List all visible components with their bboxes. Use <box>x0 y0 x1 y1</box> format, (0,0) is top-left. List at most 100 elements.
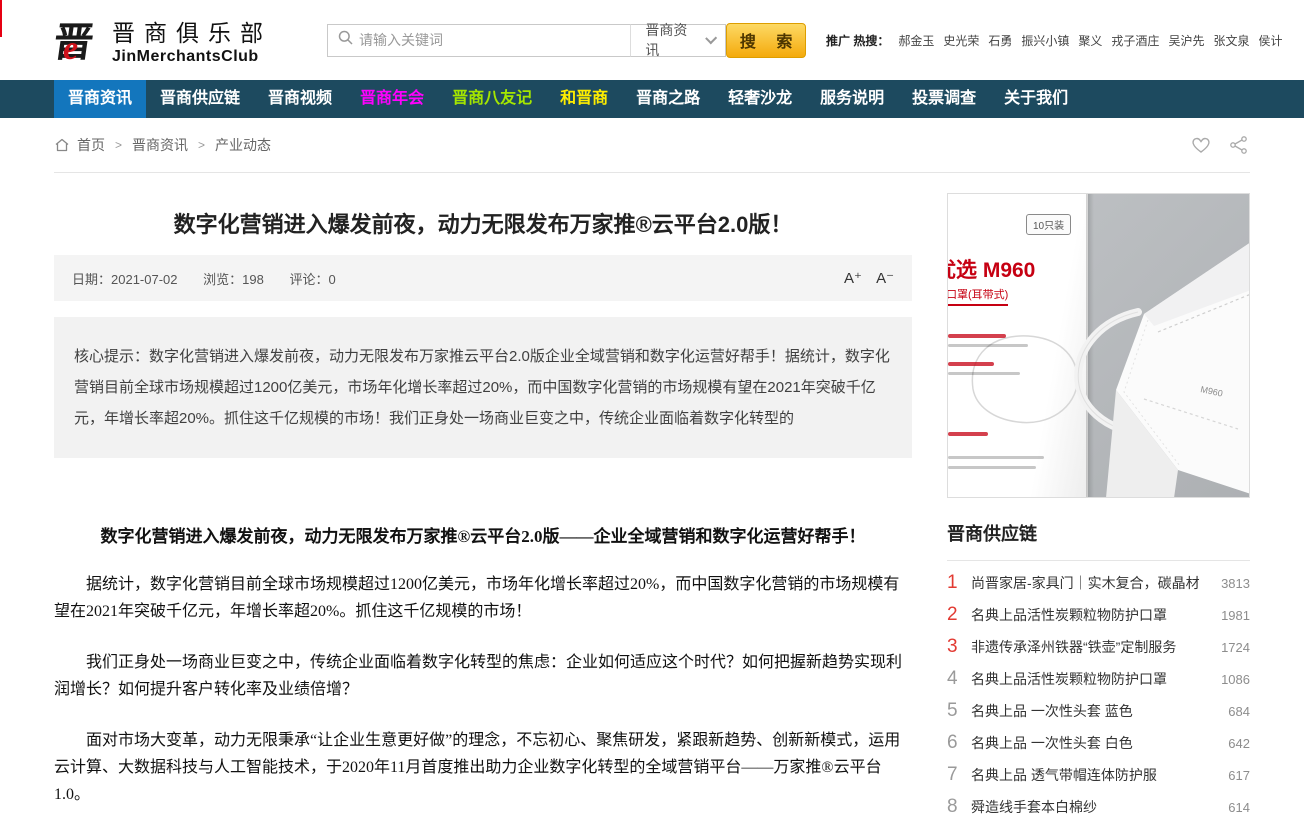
search-category-select[interactable]: 晋商资讯 <box>630 24 725 57</box>
rank-item[interactable]: 6 名典上品 一次性头套 白色 642 <box>947 727 1250 759</box>
rank-count: 642 <box>1228 736 1250 751</box>
content-divider <box>54 172 1250 173</box>
article-meta-bar: 日期：2021-07-02 浏览：198 评论：0 A⁺ A⁻ <box>54 255 912 301</box>
nav-item-shipin[interactable]: 晋商视频 <box>254 80 346 118</box>
breadcrumb-row: 首页 > 晋商资讯 > 产业动态 <box>54 118 1250 172</box>
rank-number: 3 <box>947 636 971 658</box>
main-navbar: 晋商资讯 晋商供应链 晋商视频 晋商年会 晋商八友记 和晋商 晋商之路 轻奢沙龙… <box>0 80 1304 118</box>
logo-title-en: JinMerchantsClub <box>112 48 272 66</box>
hot-keyword[interactable]: 史光荣 <box>943 34 979 48</box>
hot-keyword[interactable]: 振兴小镇 <box>1021 34 1069 48</box>
rank-count: 614 <box>1228 800 1250 815</box>
hot-keyword[interactable]: 张文泉 <box>1213 34 1249 48</box>
rank-title: 名典上品活性炭颗粒物防护口罩 <box>971 605 1213 625</box>
article-paragraph: 据统计，数字化营销目前全球市场规模超过1200亿美元，市场年化增长率超过20%，… <box>54 571 912 625</box>
logo-text: 晋商俱乐部 JinMerchantsClub <box>112 14 272 66</box>
package-fine-print-line <box>948 372 1020 375</box>
rank-item[interactable]: 8 舜造线手套本白棉纱 614 <box>947 791 1250 823</box>
font-decrease-button[interactable]: A⁻ <box>876 270 894 287</box>
article-actions <box>1190 135 1250 155</box>
package-fine-print-line <box>948 432 988 436</box>
rank-count: 1981 <box>1221 608 1250 623</box>
rank-item[interactable]: 2 名典上品活性炭颗粒物防护口罩 1981 <box>947 599 1250 631</box>
nav-item-nianhui[interactable]: 晋商年会 <box>346 80 438 118</box>
rank-number: 2 <box>947 604 971 626</box>
rank-number: 6 <box>947 732 971 754</box>
article-summary: 核心提示：数字化营销进入爆发前夜，动力无限发布万家推云平台2.0版企业全域营销和… <box>54 317 912 458</box>
sidebar-product-ad[interactable]: M960 10只装 优选 M960 护口罩(耳带式) <box>947 193 1250 498</box>
search-box: 晋商资讯 <box>327 24 726 57</box>
rank-count: 3813 <box>1221 576 1250 591</box>
share-icon[interactable] <box>1228 135 1250 155</box>
article-column: 数字化营销进入爆发前夜，动力无限发布万家推®云平台2.0版！ 日期：2021-0… <box>54 193 912 823</box>
rank-title: 名典上品活性炭颗粒物防护口罩 <box>971 669 1213 689</box>
article-comments: 评论：0 <box>289 272 335 287</box>
package-fine-print-line <box>948 466 1036 469</box>
package-fine-print-line <box>948 344 1028 347</box>
hot-search-label: 推广 热搜： <box>826 34 889 48</box>
nav-item-jinshang-zixun[interactable]: 晋商资讯 <box>54 80 146 118</box>
rank-number: 7 <box>947 764 971 786</box>
nav-item-toupiao[interactable]: 投票调查 <box>898 80 990 118</box>
hot-keyword[interactable]: 聚义 <box>1078 34 1102 48</box>
like-heart-icon[interactable] <box>1190 135 1212 155</box>
nav-item-zhilu[interactable]: 晋商之路 <box>622 80 714 118</box>
breadcrumb-separator: > <box>115 138 122 152</box>
font-increase-button[interactable]: A⁺ <box>844 270 862 287</box>
screen-edge-artifact <box>0 0 2 37</box>
article-paragraph: 面对市场大变革，动力无限秉承“让企业生意更好做”的理念，不忘初心、聚焦研发，紧跟… <box>54 727 912 808</box>
rank-number: 1 <box>947 572 971 594</box>
home-icon[interactable] <box>54 137 70 153</box>
main-content: 数字化营销进入爆发前夜，动力无限发布万家推®云平台2.0版！ 日期：2021-0… <box>54 193 1250 823</box>
breadcrumb-current[interactable]: 产业动态 <box>215 135 271 155</box>
rank-title: 舜造线手套本白棉纱 <box>971 797 1220 817</box>
hot-keyword[interactable]: 石勇 <box>988 34 1012 48</box>
site-header: 晋 e 晋商俱乐部 JinMerchantsClub 晋商资讯 搜 索 推广 热… <box>54 0 1250 80</box>
article-title: 数字化营销进入爆发前夜，动力无限发布万家推®云平台2.0版！ <box>54 207 912 239</box>
rank-count: 1724 <box>1221 640 1250 655</box>
breadcrumb-section[interactable]: 晋商资讯 <box>132 135 188 155</box>
package-fine-print-line <box>948 334 1006 338</box>
article-meta: 日期：2021-07-02 浏览：198 评论：0 <box>72 269 358 288</box>
rank-item[interactable]: 7 名典上品 透气带帽连体防护服 617 <box>947 759 1250 791</box>
product-name: 优选 M960 <box>947 254 1035 284</box>
breadcrumb-home[interactable]: 首页 <box>77 135 105 155</box>
rank-number: 5 <box>947 700 971 722</box>
search-bar: 晋商资讯 搜 索 <box>327 23 806 58</box>
package-fine-print-line <box>948 362 994 366</box>
hot-keyword[interactable]: 郝金玉 <box>898 34 934 48</box>
rank-title: 尚晋家居-家具门｜实木复合，碳晶材 <box>971 573 1213 593</box>
hot-keyword[interactable]: 戎子酒庄 <box>1111 34 1159 48</box>
rank-count: 617 <box>1228 768 1250 783</box>
nav-item-shalong[interactable]: 轻奢沙龙 <box>714 80 806 118</box>
hot-keyword[interactable]: 侯计 <box>1258 34 1282 48</box>
supply-chain-ranking: 1 尚晋家居-家具门｜实木复合，碳晶材 3813 2 名典上品活性炭颗粒物防护口… <box>947 560 1250 823</box>
rank-number: 8 <box>947 796 971 818</box>
article-views: 浏览：198 <box>203 272 264 287</box>
article-body: 数字化营销进入爆发前夜，动力无限发布万家推®云平台2.0版——企业全域营销和数字… <box>54 522 912 808</box>
logo-calligraphy-icon: 晋 e <box>54 14 106 66</box>
breadcrumb-separator: > <box>198 138 205 152</box>
rank-item[interactable]: 4 名典上品活性炭颗粒物防护口罩 1086 <box>947 663 1250 695</box>
rank-count: 684 <box>1228 704 1250 719</box>
nav-item-fuwu[interactable]: 服务说明 <box>806 80 898 118</box>
nav-item-hejinshang[interactable]: 和晋商 <box>546 80 622 118</box>
search-button[interactable]: 搜 索 <box>726 23 806 58</box>
search-icon <box>338 30 353 50</box>
nav-item-guanyu[interactable]: 关于我们 <box>990 80 1082 118</box>
rank-item[interactable]: 3 非遗传承泽州铁器“铁壶”定制服务 1724 <box>947 631 1250 663</box>
font-size-controls: A⁺ A⁻ <box>834 269 894 287</box>
breadcrumb: 首页 > 晋商资讯 > 产业动态 <box>54 135 271 155</box>
nav-item-gongyinglian[interactable]: 晋商供应链 <box>146 80 254 118</box>
rank-title: 名典上品 透气带帽连体防护服 <box>971 765 1220 785</box>
rank-title: 非遗传承泽州铁器“铁壶”定制服务 <box>971 637 1213 657</box>
hot-keyword[interactable]: 吴沪先 <box>1168 34 1204 48</box>
article-paragraph: 我们正身处一场商业巨变之中，传统企业面临着数字化转型的焦虑：企业如何适应这个时代… <box>54 649 912 703</box>
rank-title: 名典上品 一次性头套 蓝色 <box>971 701 1220 721</box>
nav-item-bayouji[interactable]: 晋商八友记 <box>438 80 546 118</box>
rank-item[interactable]: 1 尚晋家居-家具门｜实木复合，碳晶材 3813 <box>947 567 1250 599</box>
search-input[interactable] <box>359 26 630 55</box>
rank-item[interactable]: 5 名典上品 一次性头套 蓝色 684 <box>947 695 1250 727</box>
sidebar: M960 10只装 优选 M960 护口罩(耳带式) 晋商供应链 1 尚晋家居-… <box>947 193 1250 823</box>
site-logo[interactable]: 晋 e 晋商俱乐部 JinMerchantsClub <box>54 14 279 66</box>
